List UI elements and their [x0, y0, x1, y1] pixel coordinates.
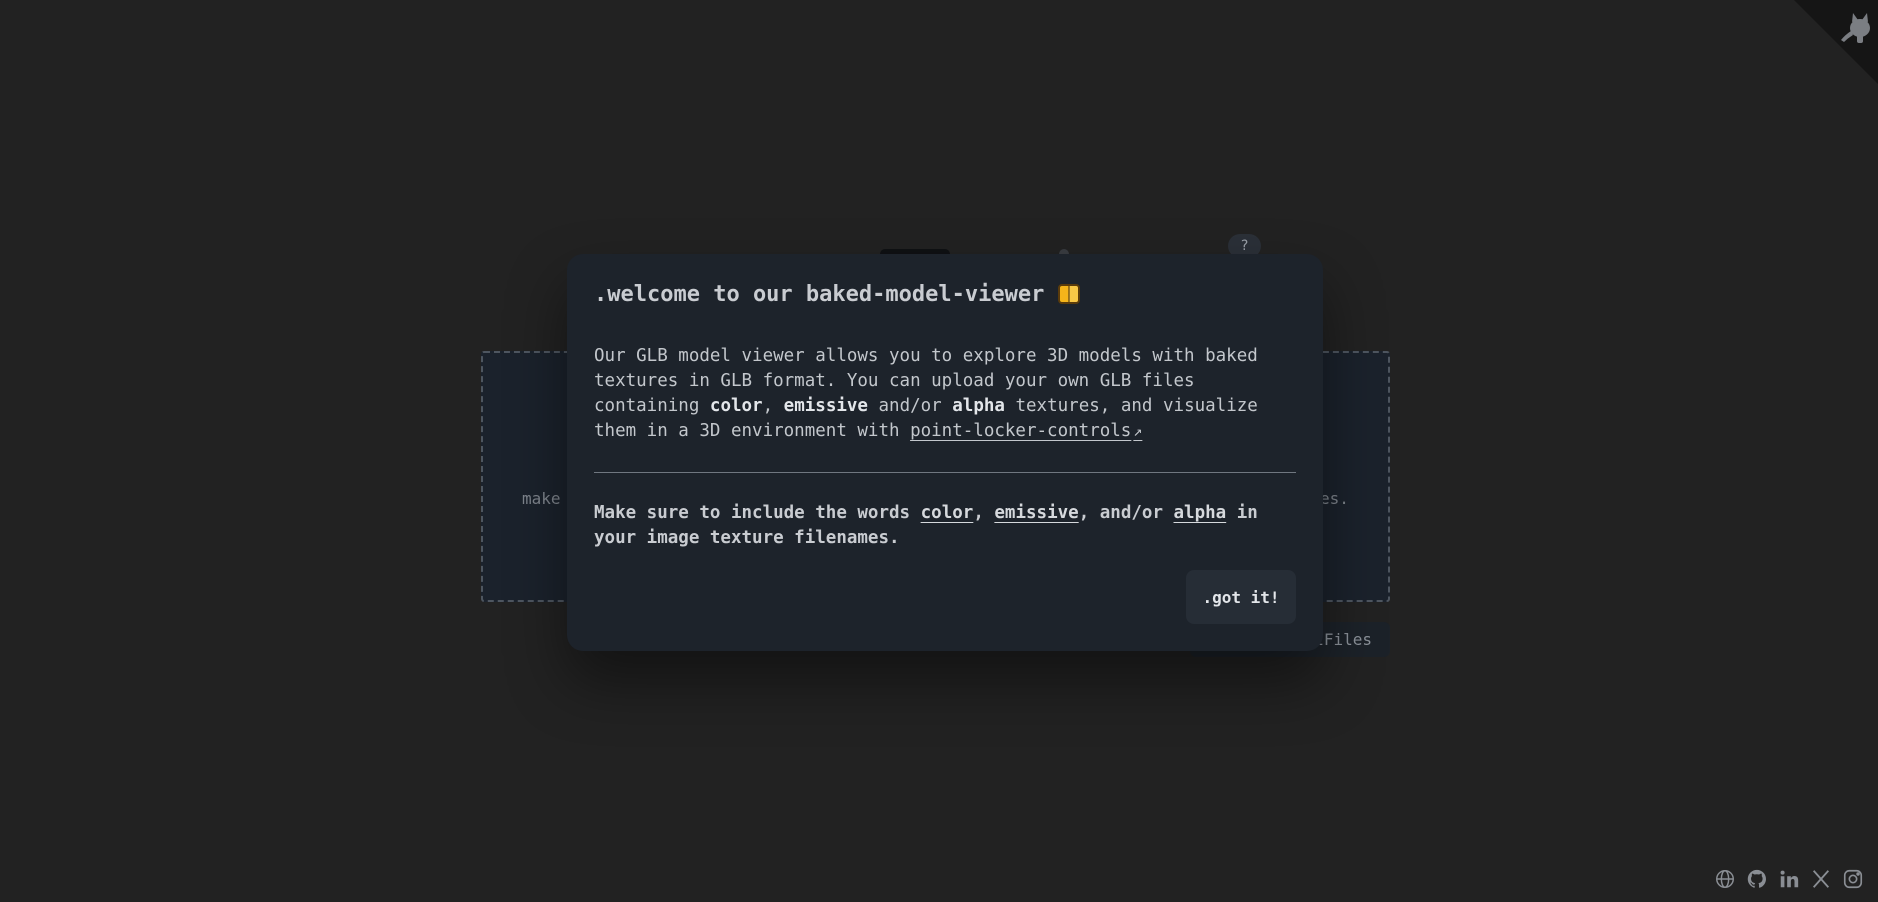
- note-keyword-color: color: [920, 503, 974, 523]
- keyword-color: color: [709, 396, 763, 416]
- github-icon[interactable]: [1746, 868, 1768, 890]
- separator: ,: [973, 503, 995, 523]
- keyword-alpha: alpha: [952, 396, 1005, 416]
- dropzone-hint-left: make: [522, 489, 561, 508]
- dropzone-hint-right: es.: [1320, 489, 1349, 508]
- got-it-button[interactable]: .got it!: [1186, 570, 1296, 624]
- github-corner-icon: [1794, 0, 1878, 84]
- modal-note: Make sure to include the words color, em…: [594, 501, 1294, 551]
- divider: [594, 472, 1296, 473]
- modal-title-text: .welcome to our baked-model-viewer: [594, 281, 1045, 307]
- book-emoji-icon: [1058, 284, 1081, 304]
- external-link-icon: ↗: [1133, 422, 1143, 440]
- welcome-modal: .welcome to our baked-model-viewer Our G…: [567, 254, 1323, 651]
- link-label: point-locker-controls: [910, 421, 1132, 441]
- modal-description: Our GLB model viewer allows you to explo…: [594, 344, 1274, 444]
- modal-title: .welcome to our baked-model-viewer: [594, 278, 1296, 310]
- separator: ,: [762, 396, 784, 416]
- keyword-emissive: emissive: [783, 396, 868, 416]
- separator: and/or: [867, 396, 953, 416]
- social-links: [1714, 868, 1864, 890]
- globe-icon[interactable]: [1714, 868, 1736, 890]
- github-corner-link[interactable]: [1794, 0, 1878, 84]
- note-text: Make sure to include the words: [594, 503, 921, 523]
- instagram-icon[interactable]: [1842, 868, 1864, 890]
- x-icon[interactable]: [1810, 868, 1832, 890]
- point-locker-controls-link[interactable]: point-locker-controls ↗: [910, 421, 1142, 441]
- separator: , and/or: [1078, 503, 1174, 523]
- linkedin-icon[interactable]: [1778, 868, 1800, 890]
- note-keyword-emissive: emissive: [994, 503, 1079, 523]
- note-keyword-alpha: alpha: [1173, 503, 1227, 523]
